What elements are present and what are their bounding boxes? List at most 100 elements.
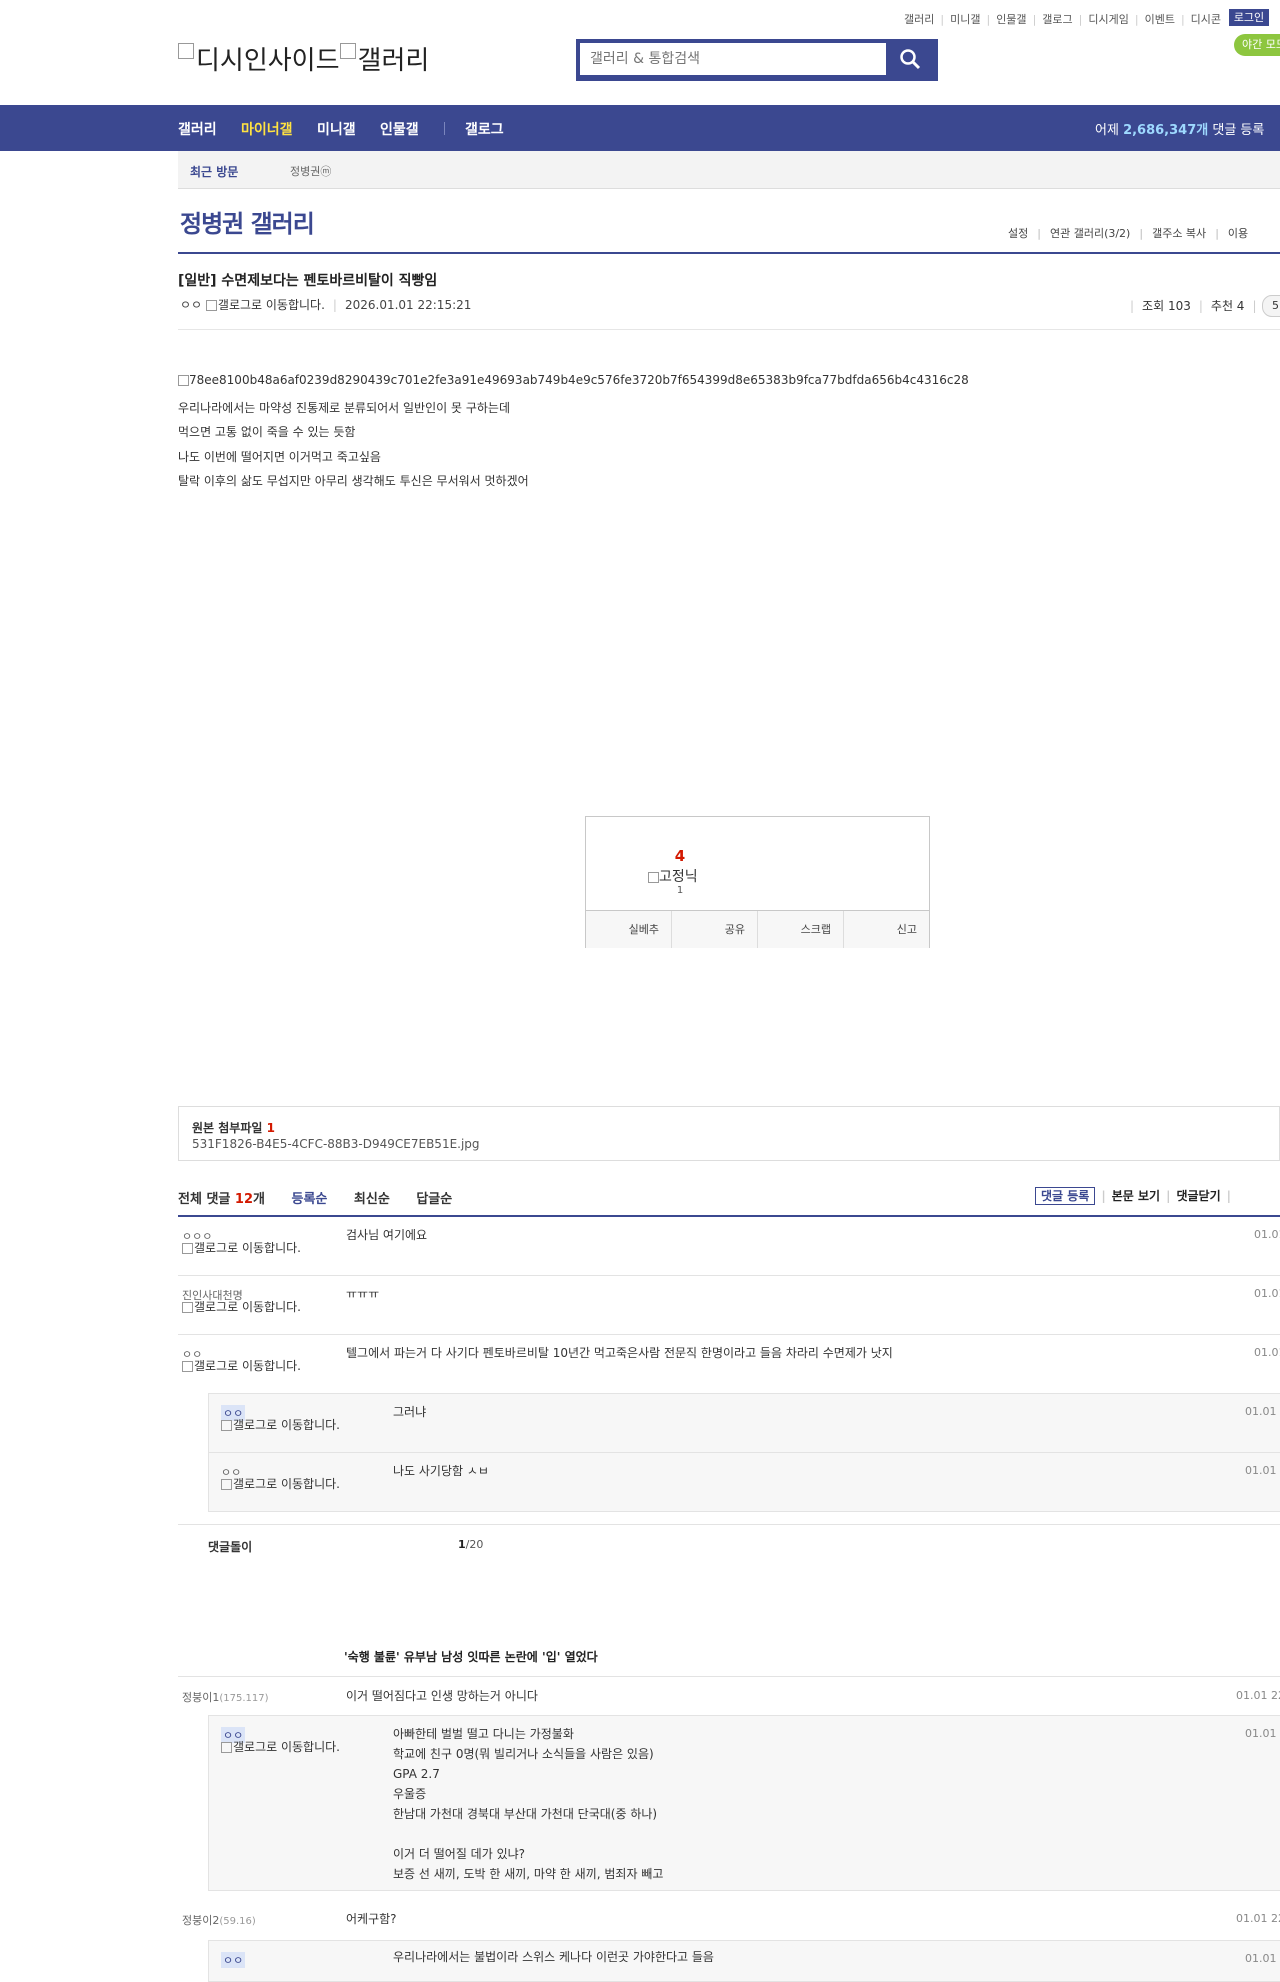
top-link-person[interactable]: 인물갤: [996, 13, 1026, 26]
usage-link[interactable]: 이용: [1228, 227, 1248, 240]
post-title: [일반] 수면제보다는 펜토바르비탈이 직빵임: [178, 273, 438, 289]
recent-visit-item[interactable]: 정병권ⓜ: [290, 163, 331, 179]
comment-date: 01.01 22: [1236, 1689, 1280, 1702]
reply-line: 아빠한테 벌벌 떨고 다니는 가정불화: [393, 1727, 574, 1741]
gallog-link[interactable]: 갤로그로 이동합니다.: [182, 1301, 312, 1313]
top-link-gallery[interactable]: 갤러리: [904, 13, 934, 26]
comment-text: 어케구함?: [346, 1912, 397, 1926]
reply-date: 01.01 2: [1245, 1464, 1280, 1477]
comment-register-button[interactable]: 댓글 등록: [1035, 1187, 1096, 1205]
comment-dolls-pager[interactable]: 1/20: [458, 1538, 483, 1551]
recent-visits: 최근 방문 정병권ⓜ: [178, 151, 1280, 189]
divider: [178, 1524, 1280, 1525]
nav-mini-gallery[interactable]: 미니갤: [317, 119, 356, 139]
post-date: 2026.01.01 22:15:21: [344, 298, 472, 312]
broken-image-icon: [339, 43, 356, 60]
post-line: 우리나라에서는 마약성 진통제로 분류되어서 일반인이 못 구하는데: [178, 401, 511, 415]
share-button[interactable]: 공유: [672, 911, 758, 948]
reply-line: 보증 선 새끼, 도박 한 새끼, 마약 한 새끼, 범죄자 빼고: [393, 1867, 664, 1881]
gallog-link[interactable]: 갤로그로 이동합니다.: [182, 1242, 312, 1254]
comment-date: 01.01 22: [1236, 1912, 1280, 1925]
post-stats: | 조회 103 | 추천 4 |: [1130, 299, 1257, 313]
search-icon[interactable]: [898, 47, 922, 71]
reply-line: GPA 2.7: [393, 1767, 440, 1781]
news-headline-link[interactable]: '숙행 불륜' 유부남 남성 잇따른 논란에 '입' 열었다: [344, 1648, 598, 1665]
post-author[interactable]: ㅇㅇ: [180, 298, 202, 312]
site-logo[interactable]: 디시인사이드 갤러리: [178, 40, 429, 77]
post-divider: [178, 329, 1280, 330]
top-link-event[interactable]: 이벤트: [1145, 13, 1175, 26]
sort-by-registration[interactable]: 등록순: [292, 1192, 328, 1207]
gallery-tools: 설정 | 연관 갤러리(3/2) | 갤주소 복사 | 이용: [1008, 227, 1249, 240]
night-mode-button[interactable]: 야간 모드: [1234, 34, 1280, 56]
comment-tabs: 전체 댓글 12개 등록순 최신순 답글순: [178, 1188, 452, 1207]
nav-person-gallery[interactable]: 인물갤: [380, 119, 419, 139]
logo-alt-dc: 디시인사이드: [196, 46, 340, 76]
recommend-count: 4: [674, 847, 686, 865]
related-gallery-link[interactable]: 연관 갤러리(3/2): [1050, 227, 1130, 240]
top-link-dccon[interactable]: 디시콘: [1191, 13, 1221, 26]
post-image[interactable]: 78ee8100b48a6af0239d8290439c701e2fe3a91e…: [178, 373, 969, 387]
view-body-link[interactable]: 본문 보기: [1112, 1189, 1160, 1203]
gallog-link[interactable]: 갤로그로 이동합니다.: [221, 1741, 351, 1753]
comment-row: ㅇㅇㅇ 갤로그로 이동합니다. 검사님 여기에요 01.01: [178, 1217, 1280, 1276]
broken-image-icon: [178, 43, 194, 60]
nav-minor-gallery[interactable]: 마이너갤: [241, 119, 293, 139]
attachment-file-link[interactable]: 531F1826-B4E5-4CFC-88B3-D949CE7EB51E.jpg: [192, 1137, 480, 1151]
top-link-game[interactable]: 디시게임: [1088, 13, 1128, 26]
reply-row: ㅇㅇ 갤로그로 이동합니다. 아빠한테 벌벌 떨고 다니는 가정불화 학교에 친…: [208, 1715, 1280, 1891]
nav-gallog[interactable]: 갤로그: [465, 119, 504, 139]
comment-nick[interactable]: 정붕이2(59.16): [182, 1912, 256, 1928]
comment-date: 01.01: [1254, 1228, 1280, 1241]
recommend-box: 4 고정닉 1 실베추 공유 스크랩 신고: [585, 816, 930, 948]
comment-date: 01.01: [1254, 1287, 1280, 1300]
comment-total-label: 전체 댓글 12개: [178, 1192, 265, 1207]
top-link-gallog[interactable]: 갤로그: [1042, 13, 1072, 26]
nav-gallery[interactable]: 갤러리: [178, 119, 217, 139]
reply-date: 01.01 2: [1245, 1405, 1280, 1418]
comment-nick[interactable]: 정붕이1(175.117): [182, 1689, 269, 1705]
reply-text: 우리나라에서는 불법이라 스위스 케나다 이런곳 가야한다고 들음: [393, 1950, 714, 1964]
post-comment-count-badge[interactable]: 5: [1262, 295, 1280, 317]
comment-row: 정붕이2(59.16) 어케구함? 01.01 22: [178, 1900, 1280, 1938]
gallog-link[interactable]: 갤로그로 이동합니다.: [182, 1360, 312, 1372]
logo-alt-gallery: 갤러리: [357, 46, 430, 76]
reply-row: ㅇㅇ 갤로그로 이동합니다. 나도 사기당함 ㅅㅂ 01.01 2: [208, 1452, 1280, 1512]
attachment-label: 원본 첨부파일 1: [192, 1121, 275, 1135]
sort-by-replies[interactable]: 답글순: [416, 1192, 452, 1207]
top-links: 갤러리 | 미니갤 | 인물갤 | 갤로그 | 디시게임 | 이벤트 | 디시콘: [904, 13, 1222, 26]
reply-line: 학교에 친구 0명(뭐 빌리거나 소식들을 사람은 있음): [393, 1747, 654, 1761]
login-button[interactable]: 로그인: [1229, 9, 1269, 26]
author-gallog-link[interactable]: 갤로그로 이동합니다.: [205, 298, 325, 312]
search-box: [576, 39, 938, 81]
best-recommend-button[interactable]: 실베추: [586, 911, 672, 948]
yesterday-comment-count: 어제 2,686,347개 댓글 등록: [1095, 123, 1265, 138]
attachment-box: 원본 첨부파일 1 531F1826-B4E5-4CFC-88B3-D949CE…: [178, 1106, 1280, 1161]
close-comments-link[interactable]: 댓글닫기: [1176, 1189, 1220, 1203]
gallery-title[interactable]: 정병권 갤러리: [180, 204, 315, 239]
recent-visits-title: 최근 방문: [190, 165, 239, 179]
post-line: 먹으면 고통 없이 죽을 수 있는 듯함: [178, 425, 356, 439]
search-input[interactable]: [580, 43, 886, 75]
gallog-link[interactable]: 갤로그로 이동합니다.: [221, 1419, 351, 1431]
gallog-link[interactable]: 갤로그로 이동합니다.: [221, 1478, 351, 1490]
comment-text: 텔그에서 파는거 다 사기다 펜토바르비탈 10년간 먹고죽은사람 전문직 한명…: [346, 1346, 893, 1360]
gallery-settings-link[interactable]: 설정: [1008, 227, 1028, 240]
sort-by-latest[interactable]: 최신순: [354, 1192, 390, 1207]
comment-row: 진인사대천명 갤로그로 이동합니다. ㅠㅠㅠ 01.01: [178, 1276, 1280, 1335]
comment-text: ㅠㅠㅠ: [346, 1287, 380, 1301]
recommend-button[interactable]: 고정닉: [648, 866, 698, 886]
top-link-mini[interactable]: 미니갤: [950, 13, 980, 26]
reply-nick[interactable]: ㅇㅇ: [221, 1952, 246, 1968]
reply-text: 나도 사기당함 ㅅㅂ: [393, 1464, 489, 1478]
comment-text: 이거 떨어짐다고 인생 망하는거 아니다: [346, 1689, 538, 1703]
post-recommend: 추천 4: [1210, 299, 1245, 313]
reply-line: 한남대 가천대 경북대 부산대 가천대 단국대(중 하나): [393, 1807, 658, 1821]
reply-row: ㅇㅇ 우리나라에서는 불법이라 스위스 케나다 이런곳 가야한다고 들음 01.…: [208, 1940, 1280, 1982]
reply-line: 이거 더 떨어질 데가 있냐?: [393, 1847, 526, 1861]
scrap-button[interactable]: 스크랩: [758, 911, 844, 948]
post-line: 탈락 이후의 삶도 무섭지만 아무리 생각해도 투신은 무서워서 멋하겠어: [178, 474, 529, 488]
report-button[interactable]: 신고: [844, 911, 929, 948]
post-meta: ㅇㅇ 갤로그로 이동합니다. | 2026.01.01 22:15:21: [180, 298, 472, 312]
copy-address-link[interactable]: 갤주소 복사: [1152, 227, 1206, 240]
